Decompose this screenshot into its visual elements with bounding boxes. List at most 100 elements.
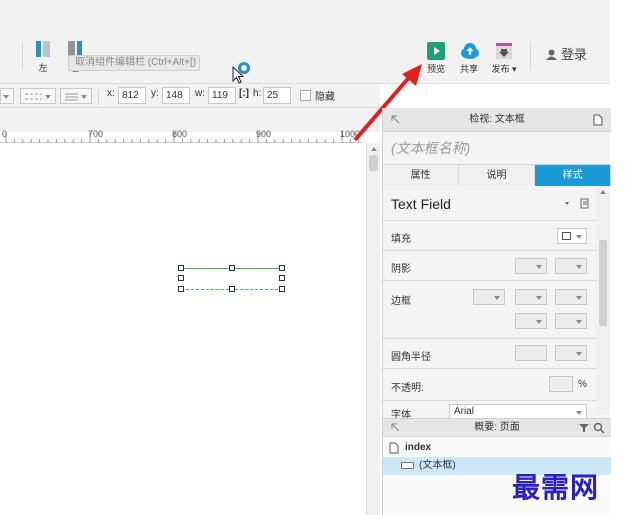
ruler-label: 800 (172, 129, 188, 139)
y-input[interactable]: 148 (162, 87, 190, 104)
cloud-upload-icon (460, 42, 479, 60)
hide-label: 隐藏 (315, 92, 335, 103)
scrollbar-thumb[interactable] (369, 155, 378, 171)
inspector-tabs: 属性 说明 样式 (383, 164, 611, 186)
ruler-label: 700 (88, 129, 104, 139)
opacity-unit: % (578, 379, 587, 390)
font-row: 字体 Arial (383, 400, 599, 418)
resize-handle[interactable] (229, 286, 235, 292)
fill-label: 填充 (391, 234, 411, 245)
resize-handle[interactable] (229, 265, 235, 271)
toolbar-separator (98, 89, 99, 105)
page-icon (389, 442, 399, 454)
canvas-vertical-scrollbar[interactable] (366, 143, 380, 515)
line-style-dropdown[interactable] (20, 88, 56, 104)
inspector-scrollbar[interactable] (596, 186, 610, 414)
x-label: x: (107, 88, 115, 99)
fill-row: 填充 (383, 220, 599, 250)
page-tree-item[interactable]: index (383, 439, 611, 457)
font-size-dropdown[interactable] (0, 88, 14, 104)
login-label: 登录 (561, 47, 588, 62)
y-label: y: (151, 88, 159, 99)
width-input[interactable]: 119 (208, 87, 236, 104)
share-button[interactable]: 共享 (453, 42, 485, 75)
scroll-up-icon[interactable] (597, 188, 609, 196)
font-label: 字体 (391, 410, 411, 418)
design-canvas[interactable] (0, 143, 366, 515)
shadow-row: 阴影 (383, 250, 599, 280)
publish-label: 发布 ▾ (491, 64, 517, 74)
outer-shadow-dropdown[interactable] (515, 258, 547, 274)
tab-style[interactable]: 样式 (535, 165, 611, 186)
border-label: 边框 (391, 296, 411, 307)
align-left-icon (34, 40, 52, 58)
arrow-style-dropdown[interactable] (555, 313, 587, 329)
hide-checkbox[interactable] (300, 90, 311, 101)
line-style-icon (25, 93, 42, 100)
resize-handle[interactable] (178, 275, 184, 281)
inspector-header: 检视: 文本框 (383, 108, 611, 132)
ruler-label: 900 (256, 129, 272, 139)
opacity-input[interactable] (549, 376, 573, 392)
lock-ratio-icon[interactable]: [:] (239, 88, 249, 99)
text-field-icon (401, 462, 414, 469)
align-left-button[interactable]: 左 (30, 40, 56, 74)
canvas-tab-bar (0, 108, 380, 132)
x-input[interactable]: 812 (118, 87, 146, 104)
toolbar-separator (530, 42, 531, 70)
filter-search-icons[interactable] (577, 422, 607, 434)
border-visible-dropdown[interactable] (515, 313, 547, 329)
busy-indicator-icon (238, 62, 250, 74)
widget-name: (文本框) (419, 460, 456, 471)
border-color-dropdown[interactable] (473, 289, 505, 305)
inner-shadow-dropdown[interactable] (555, 258, 587, 274)
page-icon[interactable] (593, 114, 603, 126)
tab-notes[interactable]: 说明 (459, 165, 535, 186)
outline-header: 概要: 页面 (383, 419, 611, 437)
tab-properties[interactable]: 属性 (383, 165, 459, 186)
w-label: w: (195, 88, 205, 99)
login-button[interactable]: 登录 (546, 44, 587, 63)
align-left-label: 左 (38, 63, 48, 73)
corner-radius-input[interactable] (515, 345, 547, 361)
widget-type-title: Text Field (391, 196, 451, 212)
fill-color-picker[interactable] (557, 228, 587, 244)
resize-handle[interactable] (279, 265, 285, 271)
collapse-icon[interactable] (391, 115, 401, 125)
opacity-row: 不透明: % (383, 368, 599, 400)
corner-radius-row: 圆角半径 (383, 338, 599, 368)
opacity-label: 不透明: (391, 383, 424, 394)
resize-handle[interactable] (178, 265, 184, 271)
style-menu-icon[interactable] (563, 198, 593, 210)
toolbar-separator (22, 42, 23, 70)
share-label: 共享 (459, 64, 478, 74)
outline-title: 概要: 页面 (474, 422, 520, 433)
publish-icon (495, 42, 513, 60)
border-width-dropdown[interactable] (515, 289, 547, 305)
page-name: index (405, 442, 432, 453)
h-label: h: (253, 88, 262, 99)
height-input[interactable]: 25 (263, 87, 291, 104)
corner-visibility-dropdown[interactable] (555, 345, 587, 361)
preview-icon (427, 42, 445, 60)
publish-button[interactable]: 发布 ▾ (488, 42, 520, 75)
resize-handle[interactable] (178, 286, 184, 292)
resize-handle[interactable] (279, 286, 285, 292)
border-style-dropdown[interactable] (555, 289, 587, 305)
user-icon (546, 49, 557, 60)
list-icon (65, 93, 78, 101)
corner-radius-label: 圆角半径 (391, 352, 431, 363)
shadow-label: 阴影 (391, 264, 411, 275)
list-style-dropdown[interactable] (60, 88, 92, 104)
inspector-panel: 检视: 文本框 (文本框名称) 属性 说明 样式 Text Field 填充 阴… (382, 108, 611, 418)
collapse-icon[interactable] (391, 423, 401, 433)
tooltip: 取消组件编辑栏 (Ctrl+Alt+[) (68, 55, 200, 71)
resize-handle[interactable] (279, 275, 285, 281)
inspector-title: 检视: 文本框 (469, 114, 525, 125)
font-family-dropdown[interactable]: Arial (449, 404, 587, 418)
scrollbar-thumb[interactable] (599, 240, 607, 326)
element-name-input[interactable]: (文本框名称) (391, 138, 470, 158)
widget-style-tools (563, 198, 593, 213)
ruler-label: 0 (2, 129, 8, 139)
border-row: 边框 (383, 280, 599, 338)
